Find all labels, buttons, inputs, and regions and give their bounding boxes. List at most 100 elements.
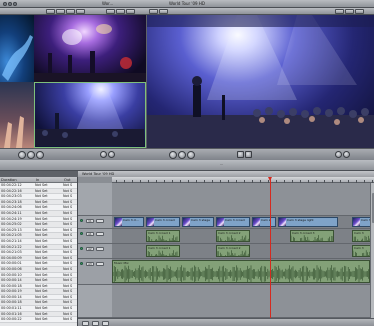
- play-icon[interactable]: [27, 151, 35, 159]
- audio-waveform: [217, 235, 249, 241]
- canvas-play-icon[interactable]: [178, 151, 186, 159]
- canvas-mark-icon[interactable]: [335, 151, 342, 158]
- track-audio-enable-icon-a3[interactable]: [80, 262, 83, 265]
- canvas-loop-icon[interactable]: [245, 151, 252, 158]
- video-clip[interactable]: Cam 3 stage light: [278, 217, 338, 227]
- canvas-status-text: ...: [220, 162, 224, 166]
- track-head-v2: [78, 183, 112, 216]
- track-lock-icon-a2[interactable]: [96, 247, 104, 251]
- playhead[interactable]: [269, 177, 271, 326]
- clip-name: Cam 3 stage light: [287, 218, 314, 222]
- browser-panel: Duration In Out 00:04:22:12 Not Set Not S 00:…: [0, 177, 78, 326]
- rewind-icon[interactable]: [18, 151, 26, 159]
- audio-clip[interactable]: Cam 3 crowd 1: [146, 245, 180, 257]
- lane-a1: Cam 3 crowd 1 Cam 3 crowd 2 Cam 3 crowd 3C…: [112, 229, 374, 244]
- clip-thumbnail: [183, 218, 190, 226]
- viewer-toolbar: [0, 8, 147, 15]
- crowd-hand-shape: [2, 35, 33, 81]
- audio-clip[interactable]: Cam 3 crowd 2: [216, 245, 250, 257]
- clip-name: Cam 3 crowd: [225, 218, 245, 222]
- canvas-title: World Tour '09 HD: [169, 1, 205, 6]
- canvas-mark-out-icon[interactable]: [343, 151, 350, 158]
- track-head-a2: A2: [78, 244, 112, 259]
- viewer-title: Wor...: [102, 1, 114, 6]
- viewer-titlebar: Wor...: [0, 0, 147, 8]
- track-audio-enable-icon-a2[interactable]: [80, 247, 83, 250]
- viewer-image-stage-band: [34, 15, 146, 82]
- lane-v1: Cam 3 cl... Cam 3 crowd Cam 3 stage Cam 3 c…: [112, 216, 374, 229]
- clip-thumbnail: [353, 218, 360, 226]
- timeline-strip: ...: [0, 160, 374, 171]
- mark-out-icon[interactable]: [108, 151, 115, 158]
- minimize-icon[interactable]: [8, 2, 12, 6]
- audio-waveform: [147, 250, 178, 256]
- row-out: Not S: [63, 317, 73, 322]
- clip-thumbnail: [147, 218, 154, 226]
- stage-silhouettes: [34, 24, 146, 82]
- track-head-v1: V1: [78, 216, 112, 229]
- fan-hands: [4, 116, 24, 148]
- clip-name: Cam 3 crowd: [155, 218, 175, 222]
- canvas-forward-icon[interactable]: [187, 151, 195, 159]
- canvas-rewind-icon[interactable]: [169, 151, 177, 159]
- track-head-a3: A3: [78, 259, 112, 285]
- mark-in-icon[interactable]: [100, 151, 107, 158]
- row-duration: 00:00:00:22: [1, 317, 22, 322]
- track-label-a2[interactable]: A2: [86, 247, 94, 251]
- track-lock-icon-a3[interactable]: [96, 262, 104, 266]
- clip-thumbnail: [115, 218, 122, 226]
- audio-clip[interactable]: Cam 3 crowd 2: [216, 230, 250, 242]
- lane-empty: [112, 183, 374, 216]
- track-head-a4: [78, 285, 112, 318]
- viewer-image-crowd-fans: [0, 82, 34, 148]
- clip-thumbnail: [217, 218, 224, 226]
- audio-clip[interactable]: Music Mix: [112, 260, 370, 283]
- clip-thumbnail: [253, 218, 260, 226]
- list-item[interactable]: 00:00:00:22 Not Set Not S: [0, 317, 77, 323]
- row-in: Not Set: [35, 317, 48, 322]
- timeline-vertical-scrollbar[interactable]: [370, 183, 374, 318]
- audio-clip[interactable]: Cam 3 crowd 3: [290, 230, 334, 242]
- canvas-titlebar: World Tour '09 HD: [147, 0, 374, 8]
- track-lock-icon-a1[interactable]: [96, 232, 104, 236]
- track-label-a1[interactable]: A1: [86, 232, 94, 236]
- audio-clip[interactable]: Cam 3 crowd 1: [146, 230, 180, 242]
- viewer-transport-bar: [0, 148, 147, 160]
- zoom-icon[interactable]: [13, 2, 17, 6]
- track-label-v1[interactable]: V1: [86, 219, 94, 223]
- video-clip[interactable]: Cam 3 cl...: [114, 217, 144, 227]
- lane-empty-lower: [112, 285, 374, 318]
- track-lock-icon[interactable]: [96, 219, 104, 223]
- viewer-image-stage-wide: [34, 82, 146, 148]
- close-icon[interactable]: [3, 2, 7, 6]
- track-label-a3[interactable]: A3: [86, 262, 94, 266]
- concert-scene: [147, 15, 374, 148]
- video-clip[interactable]: Cam 2: [252, 217, 276, 227]
- stage-wide-silhouettes: [35, 83, 144, 146]
- canvas-stop-icon[interactable]: [237, 151, 244, 158]
- canvas-image-concert: [147, 15, 374, 148]
- clip-name: Cam 3 stage: [191, 218, 210, 222]
- track-visibility-icon[interactable]: [80, 219, 83, 222]
- viewer-image-crowd-hands: [0, 15, 34, 82]
- lane-a2: Cam 3 crowd 1 Cam 3 crowd 2 Cam 3: [112, 244, 374, 259]
- forward-icon[interactable]: [36, 151, 44, 159]
- video-clip[interactable]: Cam 3 crowd: [146, 217, 180, 227]
- track-audio-enable-icon[interactable]: [80, 232, 83, 235]
- lane-a3: Music Mix: [112, 259, 374, 285]
- video-clip[interactable]: Cam 3 stage: [182, 217, 214, 227]
- window-controls: [3, 2, 18, 7]
- timeline-bottom-bar: [78, 318, 374, 326]
- audio-waveform: [113, 265, 369, 282]
- zoom-in-icon[interactable]: [102, 320, 109, 326]
- audio-waveform: [217, 250, 249, 256]
- audio-waveform: [147, 235, 178, 241]
- razor-icon[interactable]: [82, 320, 89, 326]
- timeline-panel: World Tour '09 HD V1 Cam 3 cl... Cam 3 cr…: [78, 171, 374, 326]
- browser-rows: 00:04:22:12 Not Set Not S 00:04:22:16 Not Se…: [0, 183, 77, 323]
- canvas-transport-bar: [147, 148, 374, 160]
- clip-thumbnail: [279, 218, 286, 226]
- video-clip[interactable]: Cam 3 crowd: [216, 217, 250, 227]
- zoom-out-icon[interactable]: [92, 320, 99, 326]
- track-head-a1: A1: [78, 229, 112, 244]
